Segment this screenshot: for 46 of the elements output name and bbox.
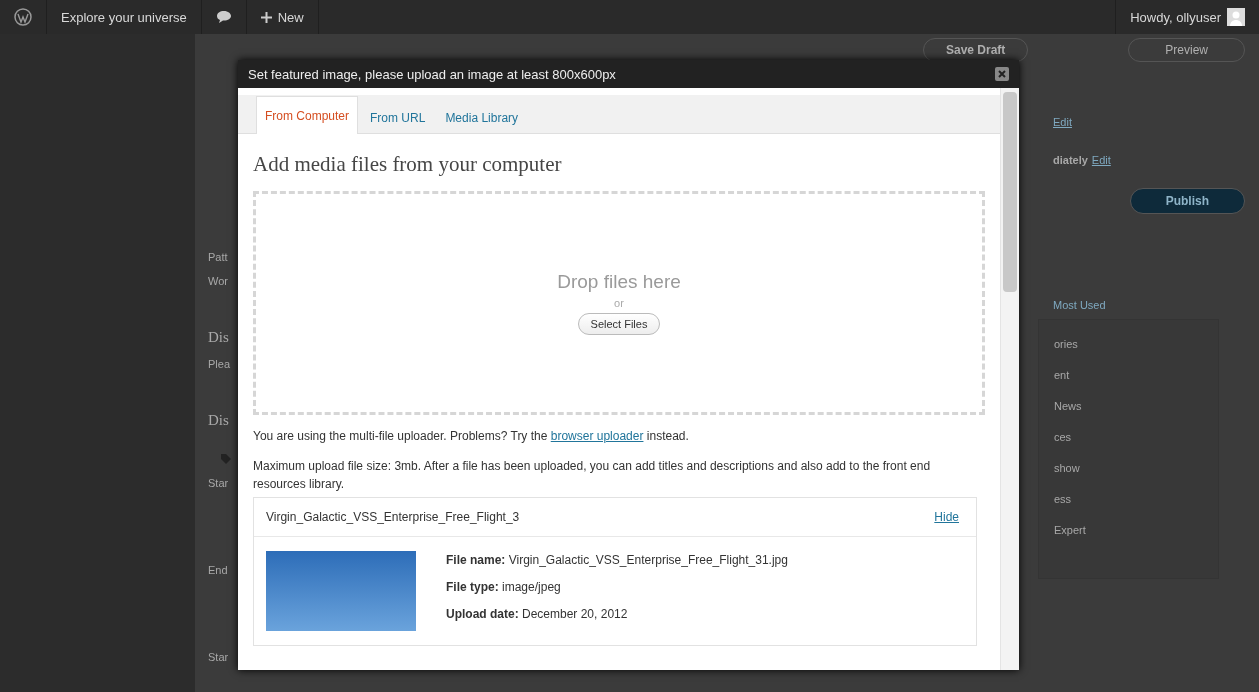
or-text: or [614, 297, 624, 309]
edit-link[interactable]: Edit [1053, 116, 1072, 128]
hide-link[interactable]: Hide [934, 510, 959, 524]
category-item[interactable]: ent [1054, 369, 1070, 381]
category-item[interactable]: show [1054, 462, 1080, 474]
uploader-note: You are using the multi-file uploader. Problems? Try the browser uploader instead. [253, 428, 690, 445]
section-heading: Add media files from your computer [253, 152, 563, 177]
greeting-link[interactable]: Howdy, ollyuser [1130, 9, 1221, 25]
tag-icon [220, 453, 232, 465]
upload-tab[interactable]: From URL [362, 102, 434, 134]
category-item[interactable]: News [1054, 400, 1082, 412]
comment-bubble-icon[interactable] [215, 10, 232, 24]
site-name-link[interactable]: Explore your universe [61, 9, 187, 25]
dimmed-label: Plea [208, 358, 231, 370]
new-menu-link[interactable]: New [277, 9, 304, 25]
drop-zone[interactable]: Drop files here or Select Files [253, 191, 985, 415]
select-files-button[interactable]: Select Files [577, 313, 661, 335]
upload-tab[interactable]: Media Library [437, 102, 527, 134]
dimmed-label: Star [208, 477, 229, 489]
dimmed-label: Dis [208, 329, 229, 346]
dimmed-label: Patt [208, 251, 228, 263]
upload-tab[interactable]: From Computer [256, 96, 359, 134]
category-item[interactable]: ories [1054, 338, 1078, 350]
plus-icon[interactable] [260, 11, 272, 23]
edit-link[interactable]: Edit [1091, 154, 1111, 166]
drop-text: Drop files here [557, 271, 681, 293]
schedule-text: diately [1053, 154, 1088, 166]
dimmed-label: Star [208, 651, 229, 663]
file-detail: File type: image/jpeg [446, 580, 562, 594]
scrollbar-track[interactable] [1000, 88, 1019, 670]
dimmed-label: End [208, 564, 228, 576]
file-detail: File name: Virgin_Galactic_VSS_Enterprise_Free_Flight_31.jpg [446, 553, 788, 567]
browser-uploader-link[interactable]: browser uploader [550, 429, 644, 443]
file-title: Virgin_Galactic_VSS_Enterprise_Free_Flight_3 [266, 510, 520, 524]
dialog-title: Set featured image, please upload an image at least 800x600px [248, 66, 616, 82]
category-item[interactable]: ces [1054, 431, 1072, 443]
wordpress-logo-icon[interactable] [14, 8, 32, 26]
category-item[interactable]: Expert [1054, 524, 1086, 536]
publish-button[interactable]: Publish [1129, 188, 1245, 214]
file-detail: Upload date: December 20, 2012 [446, 607, 629, 621]
scrollbar-thumb[interactable] [1003, 92, 1017, 292]
dimmed-label: Wor [208, 275, 228, 287]
category-item[interactable]: ess [1054, 493, 1072, 505]
most-used-tab[interactable]: Most Used [1053, 299, 1106, 311]
size-note: Maximum upload file size: 3mb. After a file has been uploaded, you can add titles and descriptions and also add to the front end resources library. [253, 458, 932, 493]
dimmed-label: Dis [208, 412, 229, 429]
